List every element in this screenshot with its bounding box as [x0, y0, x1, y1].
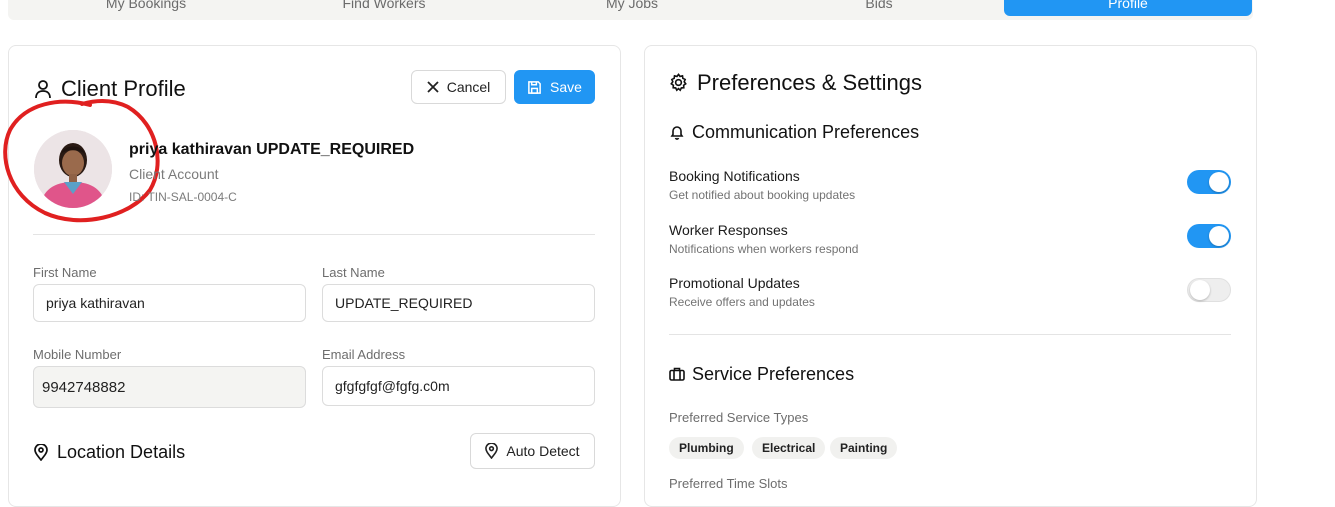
- tab-find-workers[interactable]: Find Workers: [284, 0, 484, 16]
- pref-item-title: Worker Responses: [669, 222, 788, 238]
- preferences-divider: [669, 334, 1231, 335]
- tab-bids[interactable]: Bids: [779, 0, 979, 16]
- annotation-circle: [0, 95, 165, 235]
- last-name-label: Last Name: [322, 265, 385, 280]
- location-details-title: Location Details: [57, 442, 186, 462]
- save-label: Save: [550, 79, 582, 95]
- auto-detect-button[interactable]: Auto Detect: [470, 433, 595, 469]
- account-type: Client Account: [129, 166, 219, 182]
- mobile-number-field: 9942748882: [33, 366, 306, 408]
- mobile-number-label: Mobile Number: [33, 347, 122, 362]
- first-name-label: First Name: [33, 265, 97, 280]
- email-address-field[interactable]: gfgfgfgf@fgfg.c0m: [322, 366, 595, 406]
- map-pin-icon: [34, 444, 48, 461]
- worker-responses-toggle[interactable]: [1187, 224, 1231, 248]
- tab-profile[interactable]: Profile: [1004, 0, 1252, 16]
- service-chip-painting[interactable]: Painting: [830, 437, 898, 459]
- close-icon: [427, 81, 439, 93]
- pref-item-title: Promotional Updates: [669, 275, 800, 291]
- profile-full-name: priya kathiravan UPDATE_REQUIRED: [129, 141, 415, 158]
- promotional-updates-toggle[interactable]: [1187, 278, 1231, 302]
- pref-item-title: Booking Notifications: [669, 168, 800, 184]
- service-preferences-title: Service Preferences: [692, 364, 855, 384]
- save-button[interactable]: Save: [514, 70, 595, 104]
- auto-detect-label: Auto Detect: [506, 443, 580, 459]
- last-name-field[interactable]: UPDATE_REQUIRED: [322, 284, 595, 322]
- preferences-title: Preferences & Settings: [697, 70, 923, 95]
- booking-notifications-toggle[interactable]: [1187, 170, 1231, 194]
- email-address-label: Email Address: [322, 347, 406, 362]
- bell-icon: [670, 124, 684, 140]
- top-tab-bar: My Bookings Find Workers My Jobs Bids Pr…: [8, 0, 1253, 20]
- save-icon: [527, 80, 542, 95]
- profile-divider: [33, 234, 595, 235]
- communication-preferences-title: Communication Preferences: [692, 122, 920, 142]
- pref-item-desc: Get notified about booking updates: [669, 188, 856, 202]
- pref-item-desc: Receive offers and updates: [669, 295, 815, 309]
- briefcase-icon: [669, 367, 685, 381]
- service-chip-plumbing[interactable]: Plumbing: [669, 437, 744, 459]
- map-pin-icon: [485, 443, 499, 459]
- tab-my-jobs[interactable]: My Jobs: [532, 0, 732, 16]
- pref-item-desc: Notifications when workers respond: [669, 242, 859, 256]
- service-chip-electrical[interactable]: Electrical: [752, 437, 826, 459]
- preferred-service-types-label: Preferred Service Types: [669, 410, 809, 425]
- gear-icon: [669, 73, 688, 92]
- profile-id: ID: TIN-SAL-0004-C: [129, 190, 237, 204]
- tab-my-bookings[interactable]: My Bookings: [46, 0, 246, 16]
- first-name-field[interactable]: priya kathiravan: [33, 284, 306, 322]
- cancel-label: Cancel: [446, 79, 491, 95]
- cancel-button[interactable]: Cancel: [411, 70, 506, 104]
